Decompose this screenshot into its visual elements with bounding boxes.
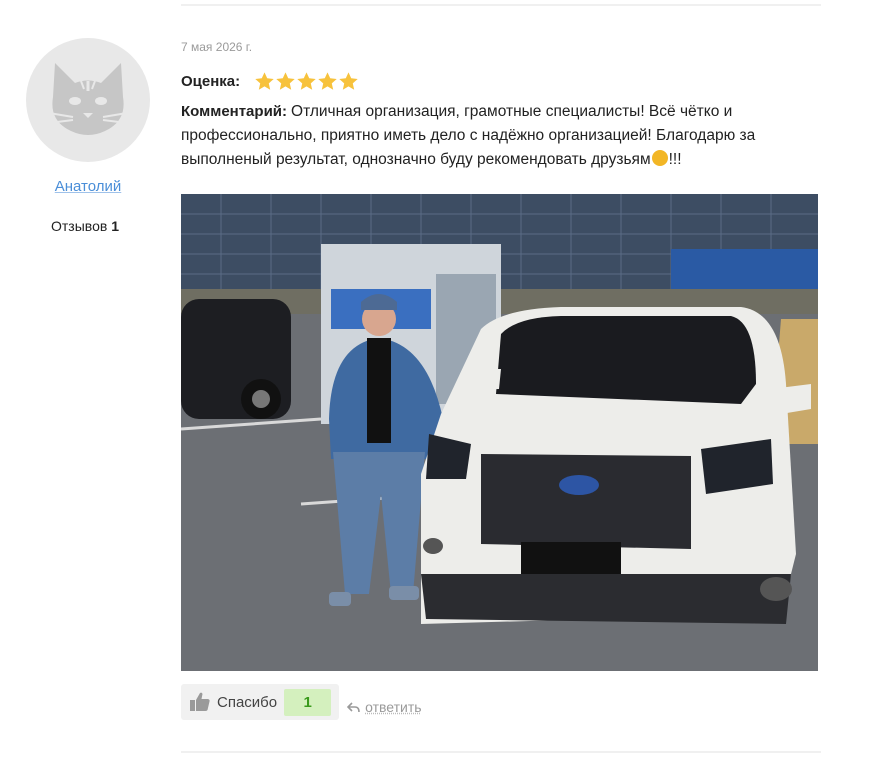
review-body: 7 мая 2026 г. Оценка: Комментарий: Отличн… (181, 40, 821, 172)
avatar (26, 38, 150, 162)
bottom-divider (181, 751, 821, 753)
review-comment: Комментарий: Отличная организация, грамот… (181, 100, 801, 172)
review-actions: Спасибо 1 ответить (181, 684, 422, 720)
reviews-count-value: 1 (111, 218, 119, 234)
reviews-count-label: Отзывов (51, 218, 108, 234)
comment-label: Комментарий: (181, 103, 288, 120)
reply-link[interactable]: ответить (347, 699, 422, 715)
thanks-label: Спасибо (217, 693, 278, 711)
rating-row: Оценка: (181, 68, 821, 94)
review-author: Анатолий (24, 38, 152, 196)
star-icon (339, 71, 358, 90)
star-icon (318, 71, 337, 90)
star-icon (255, 71, 274, 90)
handshake-emoji-icon (651, 150, 668, 166)
cat-avatar-icon (48, 63, 128, 135)
star-icon (297, 71, 316, 90)
author-reviews-count: Отзывов 1 (51, 218, 119, 234)
review-photo-image (181, 194, 818, 671)
review-photo[interactable] (181, 194, 818, 671)
star-icon (276, 71, 295, 90)
author-name-link[interactable]: Анатолий (55, 178, 122, 195)
rating-label: Оценка: (181, 72, 241, 90)
thanks-count-badge: 1 (284, 688, 332, 716)
comment-tail: !!! (668, 151, 682, 168)
thumbs-up-icon (190, 692, 210, 711)
thanks-button[interactable]: Спасибо 1 (181, 684, 340, 720)
reply-label: ответить (365, 699, 422, 715)
rating-stars (254, 71, 359, 92)
reply-arrow-icon (347, 701, 360, 712)
top-divider (181, 4, 821, 6)
review-date: 7 мая 2026 г. (181, 40, 253, 54)
